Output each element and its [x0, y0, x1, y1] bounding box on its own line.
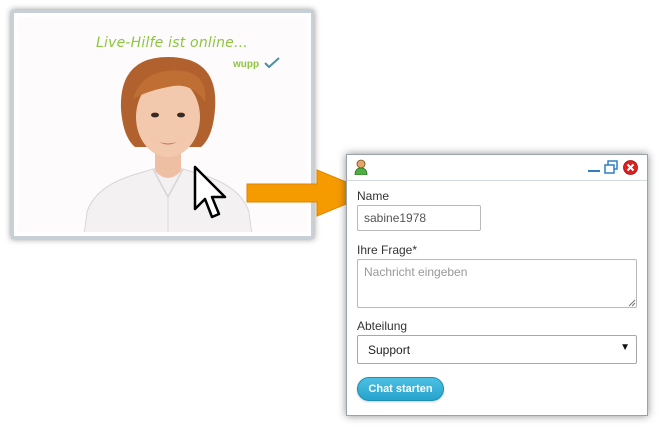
mouse-cursor-icon: [193, 165, 227, 219]
chat-titlebar[interactable]: [347, 155, 647, 181]
name-label: Name: [357, 189, 390, 203]
online-headline: Live-Hilfe ist online...: [96, 35, 248, 51]
question-label: Ihre Frage*: [357, 243, 418, 257]
minimize-icon[interactable]: [587, 160, 601, 174]
support-agent-photo: [83, 57, 253, 232]
restore-icon[interactable]: [604, 160, 618, 174]
chat-window: Name Ihre Frage* Abteilung Support ▼ Cha…: [346, 154, 648, 416]
department-label: Abteilung: [357, 319, 408, 333]
question-field[interactable]: [357, 259, 637, 308]
start-chat-button[interactable]: Chat starten: [357, 377, 444, 401]
name-field[interactable]: [357, 205, 481, 231]
department-selected-value: Support: [368, 343, 411, 357]
brand-logo: wupp: [233, 54, 280, 72]
chevron-down-icon: ▼: [620, 342, 630, 353]
brand-name: wupp: [233, 59, 260, 70]
department-select[interactable]: Support ▼: [357, 335, 637, 364]
close-icon[interactable]: [623, 160, 638, 175]
brand-check-icon: [263, 57, 280, 69]
resize-grip-icon[interactable]: [628, 299, 636, 307]
user-icon: [354, 159, 368, 175]
